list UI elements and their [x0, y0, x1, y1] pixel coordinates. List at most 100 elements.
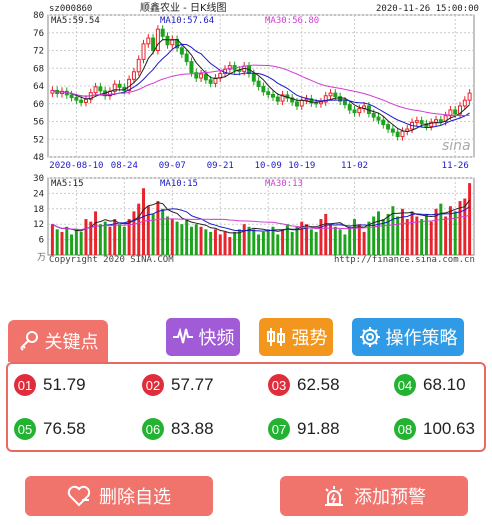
- level-badge: 04: [394, 374, 416, 396]
- tab-key-points-label: 关键点: [44, 332, 99, 353]
- heart-minus-icon: [67, 485, 91, 507]
- price-tick-label: 48: [33, 153, 44, 163]
- date-tick-label: 10-09: [255, 161, 282, 171]
- date-tick-label: 09-21: [207, 161, 234, 171]
- volume-bar: [50, 224, 54, 255]
- volume-bar: [439, 203, 443, 255]
- volume-bar: [357, 224, 361, 255]
- volume-bar: [381, 219, 385, 255]
- candle-body: [438, 119, 443, 122]
- candle-body: [184, 53, 189, 63]
- candle-body: [434, 119, 439, 123]
- volume-bar: [103, 221, 107, 255]
- tab-key-points[interactable]: 关键点: [8, 320, 108, 362]
- level-item-05[interactable]: 05 76.58: [14, 416, 86, 442]
- candle-body: [83, 98, 88, 103]
- candle-body: [160, 28, 165, 37]
- candle-body: [294, 101, 299, 107]
- candle-body: [141, 43, 146, 60]
- price-tick-label: 60: [33, 100, 44, 110]
- candle-body: [390, 128, 395, 133]
- volume-bar: [199, 226, 203, 255]
- volume-bar: [420, 219, 424, 255]
- sina-watermark: sina: [442, 138, 471, 154]
- volume-bar: [213, 229, 217, 255]
- candle-body: [151, 37, 156, 52]
- level-item-04[interactable]: 04 68.10: [394, 372, 466, 398]
- volume-bar: [170, 219, 174, 255]
- candle-body: [357, 108, 362, 114]
- candle-body: [165, 35, 170, 46]
- level-item-02[interactable]: 02 57.77: [142, 372, 214, 398]
- candle-body: [179, 47, 184, 55]
- remove-watchlist-button[interactable]: 删除自选: [25, 476, 213, 516]
- volume-bar: [189, 226, 193, 255]
- volume-bar: [400, 208, 404, 255]
- stock-symbol: sz000860: [49, 4, 92, 14]
- candle-body: [271, 93, 275, 98]
- candle-body: [462, 99, 467, 107]
- level-badge: 03: [268, 374, 290, 396]
- gear-icon: [359, 327, 380, 347]
- candle-body: [414, 120, 419, 123]
- volume-bar: [405, 219, 409, 255]
- level-item-03[interactable]: 03 62.58: [268, 372, 340, 398]
- date-tick-label: 2020-08-10: [49, 161, 103, 171]
- level-item-08[interactable]: 08 100.63: [394, 416, 475, 442]
- vol-ma5-label: MA5:15: [51, 179, 84, 189]
- candle-body: [352, 109, 357, 114]
- level-item-07[interactable]: 07 91.88: [268, 416, 340, 442]
- volume-bar: [60, 231, 64, 255]
- candle-body: [400, 130, 405, 138]
- candle-body: [342, 100, 347, 106]
- volume-bar: [314, 231, 318, 255]
- volume-bar: [55, 229, 59, 255]
- candle-body: [131, 71, 136, 80]
- volume-bar: [228, 237, 232, 255]
- chart-title: 顺鑫农业 - 日K线图: [140, 1, 227, 14]
- level-value: 51.79: [43, 375, 86, 394]
- candle-body: [199, 73, 204, 79]
- candle-body: [386, 124, 391, 130]
- volume-bar: [74, 229, 78, 255]
- candle-body: [333, 92, 338, 98]
- candle-body: [98, 86, 103, 92]
- volume-bar: [367, 221, 371, 255]
- level-badge: 02: [142, 374, 164, 396]
- key-icon: [19, 331, 38, 351]
- tab-strategy[interactable]: 操作策略: [352, 318, 464, 356]
- add-alert-button[interactable]: 添加预警: [280, 476, 468, 516]
- candle-body: [381, 119, 386, 126]
- level-item-01[interactable]: 01 51.79: [14, 372, 86, 398]
- volume-bar: [377, 211, 380, 255]
- volume-bar: [242, 224, 246, 255]
- price-tick-label: 56: [33, 118, 44, 128]
- level-value: 83.88: [171, 419, 214, 438]
- volume-bar: [79, 231, 83, 255]
- candle-body: [266, 91, 271, 95]
- level-item-06[interactable]: 06 83.88: [142, 416, 214, 442]
- candle-body: [299, 99, 304, 107]
- volume-axis-ticks: 30 24 18 12 6: [33, 174, 44, 246]
- candle-body: [395, 131, 400, 138]
- volume-bar: [108, 226, 112, 255]
- vol-ma10-label: MA10:15: [160, 179, 198, 189]
- volume-bar: [309, 229, 313, 255]
- tab-fast-freq[interactable]: 快频: [166, 318, 240, 356]
- volume-bar: [122, 226, 126, 255]
- volume-bar: [84, 219, 88, 255]
- copyright-text: Copyright 2020 SINA.COM: [49, 255, 174, 265]
- volume-bar: [362, 231, 366, 255]
- volume-bar: [252, 229, 256, 255]
- date-axis-ticks: 2020-08-10 08-24 09-07 09-21 10-09 10-19 11-02…: [49, 161, 468, 171]
- volume-bar: [70, 234, 74, 255]
- candle-body: [74, 97, 79, 101]
- volume-bar: [146, 206, 150, 255]
- level-value: 100.63: [423, 419, 475, 438]
- volume-unit: 万: [37, 253, 46, 263]
- price-tick-label: 64: [33, 82, 44, 92]
- chart-datetime: 2020-11-26 15:00:00: [376, 4, 479, 14]
- volume-bar: [118, 224, 122, 255]
- tab-strength[interactable]: 强势: [259, 318, 333, 356]
- candle-body: [79, 99, 84, 103]
